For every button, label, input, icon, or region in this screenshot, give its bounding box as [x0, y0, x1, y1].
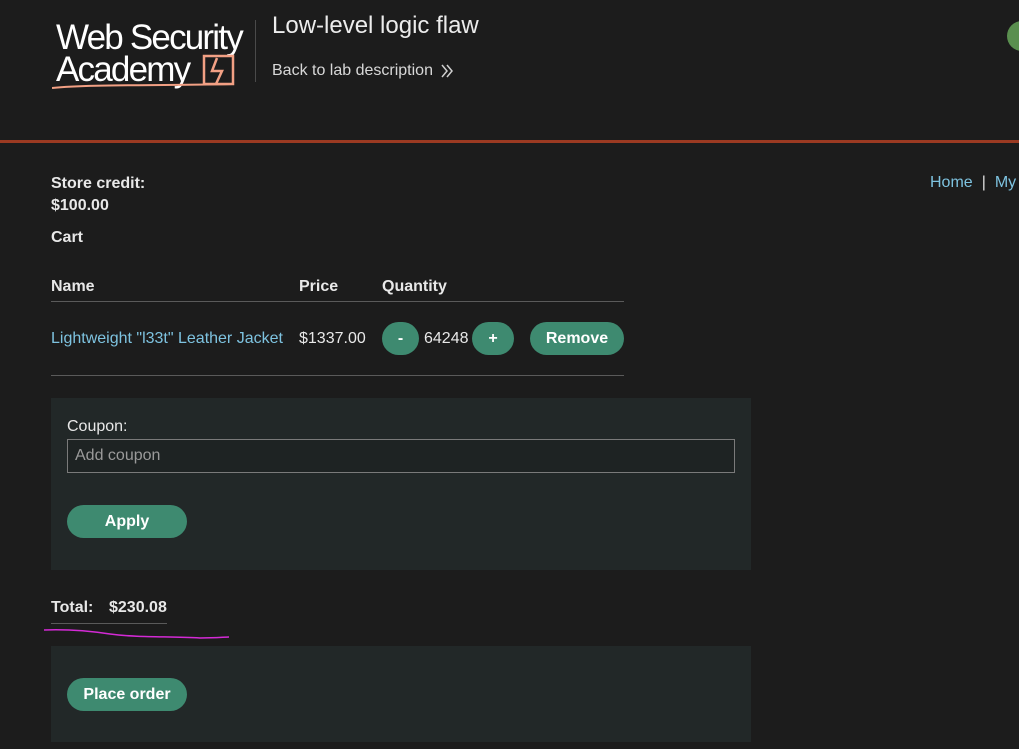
place-order-button[interactable]: Place order [67, 678, 187, 711]
decrease-quantity-button[interactable]: - [382, 322, 419, 355]
column-header-name: Name [51, 278, 95, 295]
total-value: $230.08 [109, 599, 167, 616]
annotation-underline [43, 629, 230, 639]
column-header-price: Price [299, 278, 339, 295]
apply-coupon-button[interactable]: Apply [67, 505, 187, 538]
top-nav: Home | My [930, 174, 1016, 192]
logo-lightning-icon [52, 54, 235, 89]
header-divider [255, 20, 256, 82]
back-link-label: Back to lab description [272, 62, 433, 79]
increase-quantity-button[interactable]: + [472, 322, 514, 355]
store-credit-value: $100.00 [51, 197, 109, 214]
quantity-value: 64248 [424, 330, 469, 347]
coupon-panel [51, 398, 751, 570]
double-chevron-right-icon [441, 64, 453, 78]
remove-button[interactable]: Remove [530, 322, 624, 355]
nav-home-link[interactable]: Home [930, 174, 973, 191]
coupon-label: Coupon: [67, 418, 128, 435]
lab-status-icon [1007, 21, 1019, 51]
table-header-rule [51, 301, 624, 302]
column-header-quantity: Quantity [382, 278, 447, 295]
lab-title: Low-level logic flaw [272, 12, 479, 39]
total-label: Total: [51, 599, 94, 616]
product-link[interactable]: Lightweight "l33t" Leather Jacket [51, 330, 283, 348]
site-header: Web Security Academy Low-level logic fla… [0, 0, 1019, 140]
table-bottom-rule [51, 375, 624, 376]
product-price: $1337.00 [299, 330, 366, 347]
header-rule [0, 140, 1019, 143]
nav-separator: | [981, 174, 986, 191]
cart-heading: Cart [51, 229, 84, 246]
nav-my-account-link[interactable]: My [995, 174, 1016, 191]
coupon-input[interactable] [67, 439, 735, 473]
web-security-academy-logo[interactable]: Web Security Academy [52, 18, 252, 92]
back-to-lab-description-link[interactable]: Back to lab description [272, 62, 453, 80]
store-credit-label: Store credit: [51, 175, 146, 192]
